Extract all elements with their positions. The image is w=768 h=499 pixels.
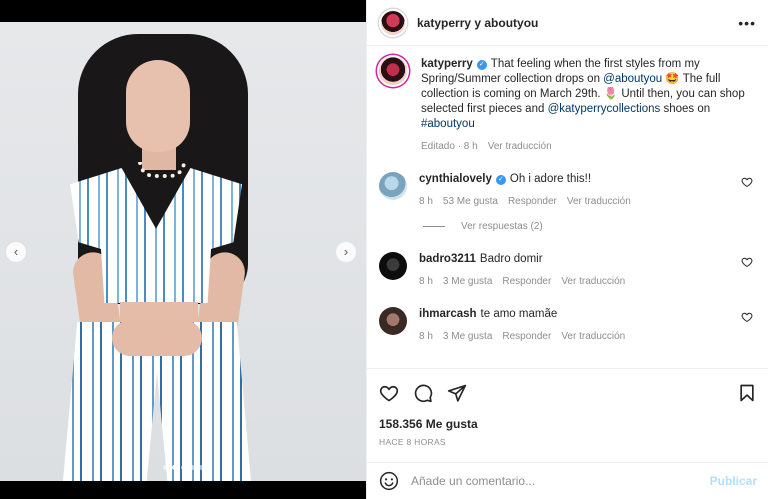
verified-badge-icon: ✓ [476, 60, 487, 70]
carousel-dot-active [171, 465, 177, 470]
publish-button[interactable]: Publicar [710, 474, 757, 488]
comment-meta: 8 h 3 Me gusta Responder Ver traducción [419, 329, 757, 344]
comment-username[interactable]: ihmarcash [419, 308, 477, 320]
comment-username[interactable]: badro3211 [419, 253, 476, 265]
chevron-right-icon[interactable]: › [336, 242, 356, 262]
comment-item: cynthialovely ✓ Oh i adore this!! 8 h 53 M… [379, 172, 757, 209]
emoji-icon[interactable] [379, 471, 399, 491]
carousel-dot [162, 465, 168, 470]
avatar[interactable] [379, 57, 407, 85]
emoji: 🤩 [665, 73, 680, 85]
photo-face [126, 60, 190, 152]
caption-username[interactable]: katyperry [421, 58, 473, 70]
heart-icon[interactable] [741, 256, 753, 268]
comment-meta: 8 h 53 Me gusta Responder Ver traducción [419, 194, 757, 209]
comment-time: 8 h [419, 196, 433, 207]
posted-time: HACE 8 HORAS [379, 437, 446, 447]
carousel-dot [180, 465, 186, 470]
caption: katyperry ✓ That feeling when the first st… [379, 57, 757, 154]
mention-link[interactable]: @katyperrycollections [548, 103, 661, 115]
translate-link[interactable]: Ver traducción [561, 329, 625, 344]
avatar[interactable] [379, 252, 407, 280]
comments-list[interactable]: katyperry ✓ That feeling when the first st… [367, 47, 768, 367]
post-header: katyperry y aboutyou ••• [367, 0, 768, 46]
photo-hands [112, 320, 202, 356]
bookmark-icon[interactable] [737, 383, 757, 403]
comment-likes[interactable]: 3 Me gusta [443, 329, 492, 344]
comment-item: ihmarcash te amo mamãe 8 h 3 Me gusta Res… [379, 307, 757, 344]
comment-username[interactable]: cynthialovely [419, 173, 492, 185]
replies-divider [423, 226, 445, 227]
likes-count[interactable]: 158.356 Me gusta [379, 417, 757, 431]
caption-meta: Editado · 8 h Ver traducción [421, 139, 757, 154]
comment-input[interactable] [411, 474, 710, 488]
comment-icon[interactable] [413, 383, 433, 403]
caption-text: shoes on [660, 103, 711, 115]
comment-item: badro3211 Badro domir 8 h 3 Me gusta Resp… [379, 252, 757, 289]
mention-link[interactable]: @aboutyou [603, 73, 662, 85]
carousel-dots [0, 465, 366, 470]
avatar[interactable] [379, 8, 407, 37]
post-media: ‹ › [0, 0, 366, 499]
comment-likes[interactable]: 53 Me gusta [443, 194, 498, 209]
post-panel: katyperry y aboutyou ••• katyperry ✓ That … [366, 0, 768, 499]
view-replies-label[interactable]: Ver respuestas (2) [461, 221, 543, 232]
post-photo[interactable] [0, 22, 366, 481]
translate-link[interactable]: Ver traducción [567, 194, 631, 209]
like-heart-icon[interactable] [379, 383, 399, 403]
emoji: 🌷 [603, 88, 619, 100]
edited-time: Editado · 8 h [421, 141, 478, 152]
carousel-dot [189, 465, 195, 470]
reply-button[interactable]: Responder [502, 274, 551, 289]
chevron-left-icon[interactable]: ‹ [6, 242, 26, 262]
comment-time: 8 h [419, 331, 433, 342]
translate-link[interactable]: Ver traducción [488, 139, 552, 154]
avatar[interactable] [379, 307, 407, 335]
add-comment-bar: Publicar [367, 462, 768, 499]
reply-button[interactable]: Responder [508, 194, 557, 209]
carousel-dot [198, 465, 204, 470]
reply-button[interactable]: Responder [502, 329, 551, 344]
view-replies[interactable]: Ver respuestas (2) [423, 221, 757, 232]
hashtag-link[interactable]: #aboutyou [421, 118, 475, 130]
more-horizontal-icon[interactable]: ••• [738, 15, 756, 31]
comment-likes[interactable]: 3 Me gusta [443, 274, 492, 289]
post-actions: 158.356 Me gusta HACE 8 HORAS [367, 368, 768, 447]
avatar[interactable] [379, 172, 407, 200]
comment-text: te amo mamãe [480, 308, 558, 320]
heart-icon[interactable] [741, 311, 753, 323]
comment-meta: 8 h 3 Me gusta Responder Ver traducción [419, 274, 757, 289]
verified-badge-icon: ✓ [495, 175, 506, 185]
heart-icon[interactable] [741, 176, 753, 188]
comment-time: 8 h [419, 276, 433, 287]
comment-text: Badro domir [479, 253, 543, 265]
post-author-title[interactable]: katyperry y aboutyou [417, 16, 538, 30]
share-icon[interactable] [447, 383, 467, 403]
comment-text: Oh i adore this!! [509, 173, 592, 185]
translate-link[interactable]: Ver traducción [561, 274, 625, 289]
